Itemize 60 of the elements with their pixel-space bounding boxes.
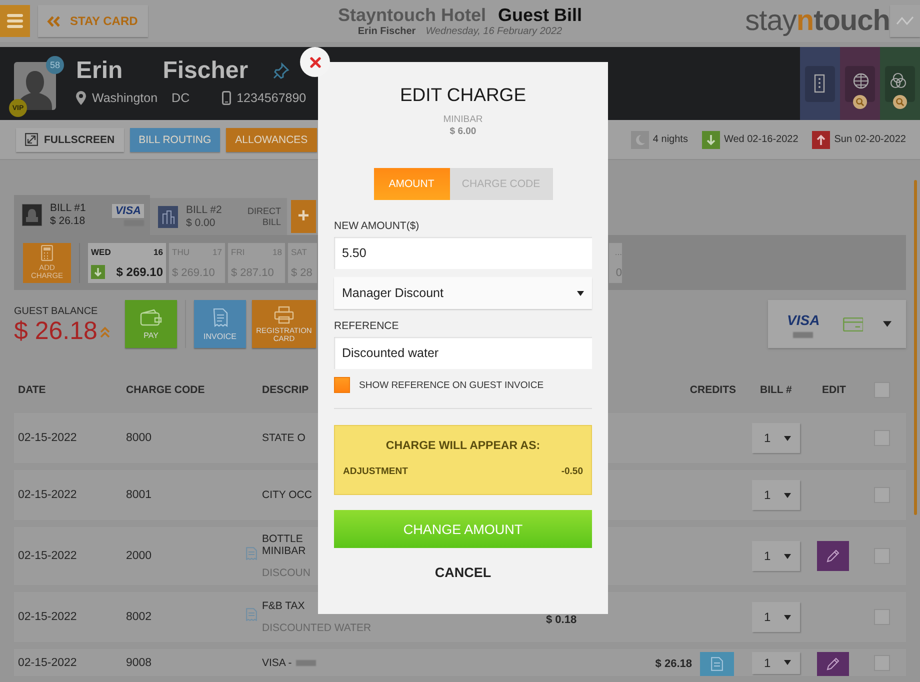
hotel-name: Stayntouch Hotel (338, 4, 486, 24)
city: Washington (92, 91, 158, 105)
checkbox-label: SHOW REFERENCE ON GUEST INVOICE (359, 380, 544, 390)
charge-amount: $ 0.18 (546, 614, 577, 626)
reference-label: REFERENCE (334, 320, 400, 333)
dialog-title: EDIT CHARGE (398, 84, 528, 106)
amount-label: NEW AMOUNT($) (334, 220, 420, 233)
description-text: VISA - (262, 656, 292, 668)
date-cell-text: 02-15-2022 (18, 432, 78, 444)
description-text: F&B TAX (262, 600, 305, 612)
stay-count-badge: 58 (46, 56, 64, 74)
balance-amount: $ 26.18 (14, 317, 98, 346)
preview-title: CHARGE WILL APPEAR AS: (384, 440, 542, 452)
day-name: ... (614, 246, 622, 256)
description-text: BOTTLE (262, 533, 303, 545)
page-title: Guest Bill (498, 4, 582, 24)
column-header: DESCRIP (262, 384, 309, 396)
charge-code-cell-text: 8002 (126, 611, 153, 623)
day-name: WED (91, 246, 111, 256)
bill-type: DIRECT BILL (247, 206, 281, 228)
arrival-date: Wed 02-16-2022 (724, 134, 798, 145)
last-name: Fischer (162, 57, 248, 85)
day-number: 16 (154, 246, 163, 256)
description-text: MINIBAR (262, 545, 306, 557)
column-header: BILL # (759, 384, 793, 396)
preview-amount: -0.50 (561, 466, 583, 477)
departure-date: Sun 02-20-2022 (834, 134, 906, 145)
phone-number: 1234567890 (236, 91, 306, 105)
preview-name: ADJUSTMENT (343, 466, 408, 477)
bill-amount: $ 26.18 (50, 215, 86, 228)
column-header: CREDITS (690, 384, 736, 396)
nights-text: 4 nights (652, 134, 688, 145)
charge-code-cell-text: 8000 (126, 432, 153, 444)
description-text: CITY OCC (262, 489, 312, 501)
column-header: CHARGE CODE (126, 384, 206, 396)
date-cell-text: 02-15-2022 (18, 656, 78, 668)
day-amount: $ 269.10 (116, 264, 163, 278)
bill-label: BILL #1 (50, 202, 86, 215)
card-brand: VISA (112, 204, 144, 218)
balance-label: GUEST BALANCE (14, 306, 99, 317)
charge-price: $ 6.00 (448, 126, 478, 138)
state: DC (172, 91, 190, 105)
description-text: STATE O (262, 432, 306, 444)
charge-code-cell-text: 2000 (126, 550, 153, 562)
column-header: DATE (18, 384, 47, 396)
bill-amount: $ 0.00 (186, 216, 216, 230)
date-cell-text: 02-15-2022 (18, 489, 78, 501)
logo: stayntouch (745, 4, 890, 38)
credit-amount: $ 26.18 (655, 658, 692, 670)
date-cell-text: 02-15-2022 (18, 611, 78, 623)
bill-label: BILL #2 (186, 204, 222, 216)
charge-name: MINIBAR (442, 114, 484, 126)
date-cell-text: 02-15-2022 (18, 550, 78, 562)
first-name: Erin (76, 57, 123, 85)
current-date: Wednesday, 16 February 2022 (426, 25, 562, 38)
guest-name: Erin Fischer (358, 25, 416, 38)
charge-code-cell-text: 9008 (126, 656, 153, 668)
column-header: EDIT (821, 384, 847, 396)
charge-code-cell-text: 8001 (126, 489, 153, 501)
card-brand: VISA (786, 310, 821, 328)
